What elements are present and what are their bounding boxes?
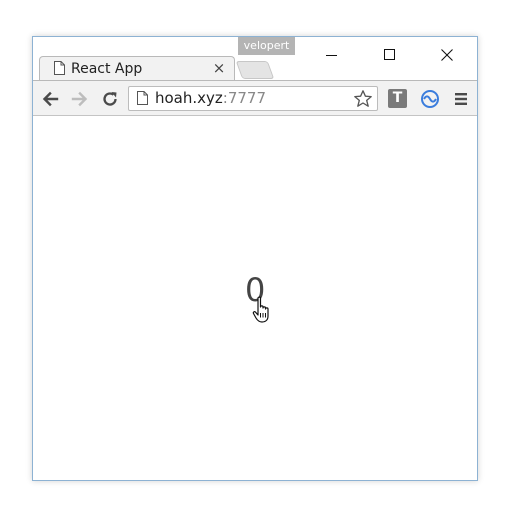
browser-toolbar: hoah.xyz:7777 T bbox=[33, 80, 477, 116]
title-bar: React App × velopert bbox=[33, 37, 477, 80]
extension-t-button[interactable]: T bbox=[388, 89, 407, 108]
maximize-button[interactable] bbox=[367, 37, 413, 75]
tab-inner: React App × bbox=[40, 57, 234, 80]
forward-button[interactable] bbox=[69, 88, 91, 110]
new-tab-button[interactable] bbox=[235, 61, 275, 79]
tab-title: React App bbox=[71, 61, 143, 77]
star-icon[interactable] bbox=[353, 89, 373, 109]
url-text[interactable]: hoah.xyz:7777 bbox=[155, 89, 266, 108]
close-icon bbox=[441, 49, 453, 61]
tab-react-app[interactable]: React App × bbox=[39, 56, 235, 80]
minimize-button[interactable] bbox=[309, 37, 355, 75]
minimize-icon bbox=[326, 55, 337, 56]
url-host: hoah.xyz bbox=[155, 89, 223, 107]
back-button[interactable] bbox=[39, 88, 61, 110]
browser-window: React App × velopert hoah.xyz:7777 T 0 bbox=[32, 36, 478, 481]
tab-close-icon[interactable]: × bbox=[212, 59, 226, 77]
arrow-right-icon bbox=[71, 91, 88, 107]
hamburger-menu-icon bbox=[455, 93, 467, 105]
page-icon bbox=[54, 61, 65, 75]
hand-pointer-icon bbox=[252, 296, 269, 323]
url-port: :7777 bbox=[222, 89, 267, 107]
page-content: 0 bbox=[33, 116, 477, 480]
close-window-button[interactable] bbox=[424, 37, 470, 75]
address-bar[interactable]: hoah.xyz:7777 bbox=[128, 86, 378, 111]
reload-button[interactable] bbox=[99, 88, 121, 110]
wave-icon bbox=[421, 90, 439, 108]
maximize-icon bbox=[384, 49, 395, 60]
reload-icon bbox=[103, 92, 117, 106]
profile-badge[interactable]: velopert bbox=[238, 37, 295, 55]
extension-wave-button[interactable] bbox=[419, 88, 441, 110]
arrow-left-icon bbox=[42, 91, 59, 107]
menu-button[interactable] bbox=[451, 89, 471, 109]
page-icon bbox=[137, 91, 148, 105]
